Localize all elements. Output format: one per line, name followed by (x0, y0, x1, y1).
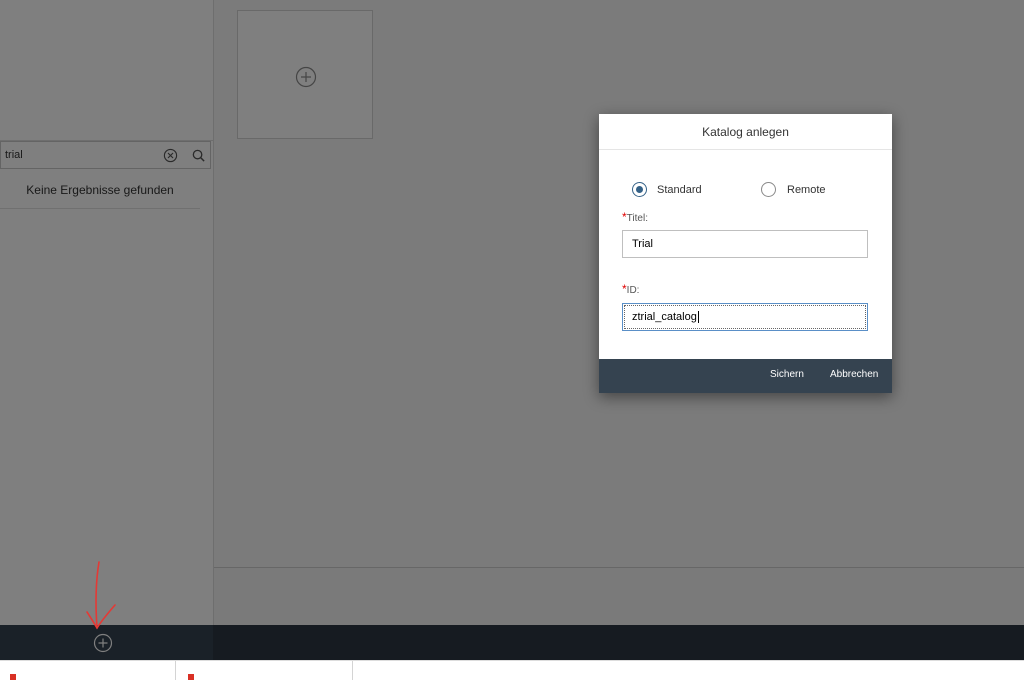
id-input-value: ztrial_catalog (632, 311, 697, 323)
title-label-text: Titel: (626, 213, 648, 224)
text-caret (697, 311, 699, 324)
annotation-arrow (86, 561, 116, 630)
radio-remote[interactable] (761, 182, 776, 197)
taskbar (0, 660, 1024, 680)
radio-remote-label[interactable]: Remote (787, 184, 826, 196)
id-label-text: ID: (626, 285, 640, 296)
taskbar-item[interactable] (176, 661, 353, 680)
dialog-title: Katalog anlegen (599, 114, 892, 150)
save-button[interactable]: Sichern (770, 369, 804, 380)
radio-standard-label[interactable]: Standard (657, 184, 702, 196)
taskbar-item[interactable] (0, 661, 176, 680)
title-input[interactable]: Trial (622, 230, 868, 258)
title-input-value: Trial (632, 238, 653, 250)
radio-standard[interactable] (632, 182, 647, 197)
title-label: *Titel: (622, 210, 648, 224)
document-icon (10, 674, 16, 680)
create-catalog-dialog: Katalog anlegen Standard Remote *Titel: … (599, 114, 892, 393)
dialog-footer: Sichern Abbrechen (599, 359, 892, 393)
cancel-button[interactable]: Abbrechen (830, 369, 878, 380)
id-label: *ID: (622, 282, 639, 296)
id-input[interactable]: ztrial_catalog (622, 303, 868, 331)
document-icon (188, 674, 194, 680)
